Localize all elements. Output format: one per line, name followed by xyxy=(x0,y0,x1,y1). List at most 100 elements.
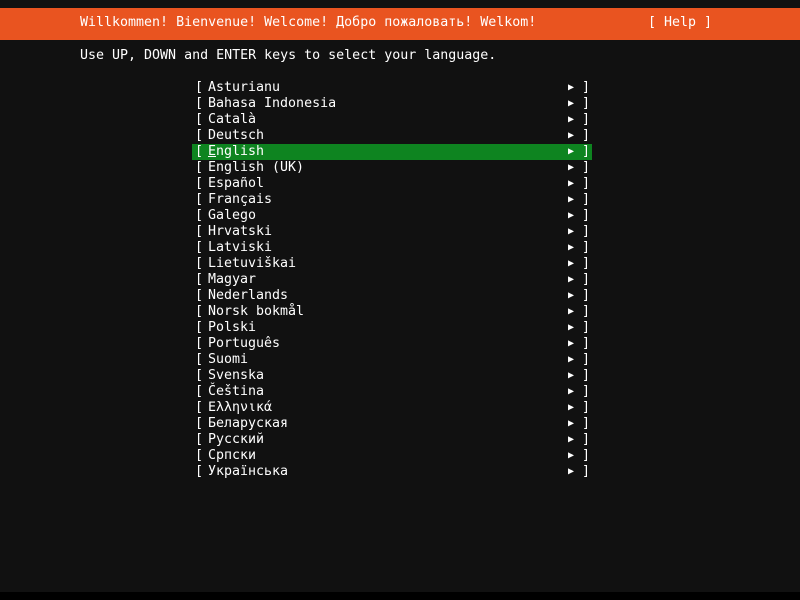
left-bracket: [ xyxy=(195,112,204,127)
right-bracket: ] xyxy=(582,112,591,127)
left-bracket: [ xyxy=(195,272,204,287)
left-bracket: [ xyxy=(195,400,204,415)
language-label: Српски xyxy=(208,448,257,463)
submenu-arrow-icon: ▶ xyxy=(568,226,575,237)
language-option[interactable]: [English (UK) ▶] xyxy=(192,160,592,176)
language-label: Latviski xyxy=(208,240,273,255)
right-bracket: ] xyxy=(582,416,591,431)
right-bracket: ] xyxy=(582,80,591,95)
language-option[interactable]: [ Polski ▶] xyxy=(192,320,592,336)
language-option[interactable]: [Asturianu ▶] xyxy=(192,80,592,96)
right-bracket: ] xyxy=(582,192,591,207)
language-option[interactable]: [Русский ▶] xyxy=(192,432,592,448)
right-bracket: ] xyxy=(582,288,591,303)
submenu-arrow-icon: ▶ xyxy=(568,290,575,301)
submenu-arrow-icon: ▶ xyxy=(568,242,575,253)
left-bracket: [ xyxy=(195,224,204,239)
language-option[interactable]: [ Hrvatski ▶] xyxy=(192,224,592,240)
language-list: [Asturianu ▶] [Bahasa Indonesia ▶] [Català ▶]… xyxy=(192,80,592,480)
right-bracket: ] xyxy=(582,448,591,463)
language-label: Asturianu xyxy=(208,80,281,95)
language-option[interactable]: [Deutsch ▶] xyxy=(192,128,592,144)
language-label: Svenska xyxy=(208,368,265,383)
language-option[interactable]: [Bahasa Indonesia ▶] xyxy=(192,96,592,112)
right-bracket: ] xyxy=(582,336,591,351)
language-option[interactable]: [ Français ▶] xyxy=(192,192,592,208)
language-label: Українська xyxy=(208,464,289,479)
language-label: Norsk bokmål xyxy=(208,304,305,319)
submenu-arrow-icon: ▶ xyxy=(568,194,575,205)
language-option[interactable]: [Português ▶] xyxy=(192,336,592,352)
left-bracket: [ xyxy=(195,240,204,255)
language-option[interactable]: [Nederlands ▶] xyxy=(192,288,592,304)
left-bracket: [ xyxy=(195,144,204,159)
right-bracket: ] xyxy=(582,176,591,191)
language-option[interactable]: [ Latviski ▶] xyxy=(192,240,592,256)
header-bar: Willkommen! Bienvenue! Welcome! Добро по… xyxy=(0,8,800,40)
language-label: Español xyxy=(208,176,265,191)
language-label: Čeština xyxy=(208,384,265,399)
left-bracket: [ xyxy=(195,352,204,367)
right-bracket: ] xyxy=(582,352,591,367)
submenu-arrow-icon: ▶ xyxy=(568,322,575,333)
instruction-text: Use UP, DOWN and ENTER keys to select yo… xyxy=(80,48,497,63)
left-bracket: [ xyxy=(195,320,204,335)
language-option[interactable]: [Català ▶] xyxy=(192,112,592,128)
left-bracket: [ xyxy=(195,96,204,111)
language-option[interactable]: [Српски ▶] xyxy=(192,448,592,464)
left-bracket: [ xyxy=(195,208,204,223)
language-label: Suomi xyxy=(208,352,249,367)
language-label: Português xyxy=(208,336,281,351)
right-bracket: ] xyxy=(582,272,591,287)
language-label: Magyar xyxy=(208,272,257,287)
language-option[interactable]: [Беларуская ▶] xyxy=(192,416,592,432)
submenu-arrow-icon: ▶ xyxy=(568,130,575,141)
left-bracket: [ xyxy=(195,304,204,319)
submenu-arrow-icon: ▶ xyxy=(568,258,575,269)
language-label: Galego xyxy=(208,208,257,223)
right-bracket: ] xyxy=(582,384,591,399)
language-option[interactable]: [English ▶] xyxy=(192,144,592,160)
left-bracket: [ xyxy=(195,384,204,399)
left-bracket: [ xyxy=(195,256,204,271)
help-button[interactable]: [ Help ] xyxy=(648,15,712,30)
submenu-arrow-icon: ▶ xyxy=(568,162,575,173)
left-bracket: [ xyxy=(195,176,204,191)
left-bracket: [ xyxy=(195,368,204,383)
language-option[interactable]: [Čeština ▶] xyxy=(192,384,592,400)
submenu-arrow-icon: ▶ xyxy=(568,210,575,221)
language-label: Bahasa Indonesia xyxy=(208,96,337,111)
right-bracket: ] xyxy=(582,304,591,319)
submenu-arrow-icon: ▶ xyxy=(568,434,575,445)
submenu-arrow-icon: ▶ xyxy=(568,466,575,477)
left-bracket: [ xyxy=(195,80,204,95)
language-option[interactable]: [ Galego ▶] xyxy=(192,208,592,224)
submenu-arrow-icon: ▶ xyxy=(568,370,575,381)
right-bracket: ] xyxy=(582,128,591,143)
right-bracket: ] xyxy=(582,208,591,223)
language-label: Polski xyxy=(208,320,257,335)
bottom-bar xyxy=(0,592,800,600)
right-bracket: ] xyxy=(582,144,591,159)
right-bracket: ] xyxy=(582,240,591,255)
language-option[interactable]: [Ελληνικά ▶] xyxy=(192,400,592,416)
language-option[interactable]: [Español ▶] xyxy=(192,176,592,192)
left-bracket: [ xyxy=(195,464,204,479)
language-label: English xyxy=(208,144,265,159)
language-label: Hrvatski xyxy=(208,224,273,239)
left-bracket: [ xyxy=(195,192,204,207)
language-label: Français xyxy=(208,192,273,207)
right-bracket: ] xyxy=(582,320,591,335)
language-option[interactable]: [ Українська ▶] xyxy=(192,464,592,480)
right-bracket: ] xyxy=(582,400,591,415)
language-option[interactable]: [Suomi ▶] xyxy=(192,352,592,368)
language-option[interactable]: [Svenska ▶] xyxy=(192,368,592,384)
submenu-arrow-icon: ▶ xyxy=(568,274,575,285)
language-option[interactable]: [ Magyar ▶] xyxy=(192,272,592,288)
right-bracket: ] xyxy=(582,464,591,479)
language-option[interactable]: [Lietuviškai ▶] xyxy=(192,256,592,272)
language-option[interactable]: [Norsk bokmål ▶] xyxy=(192,304,592,320)
right-bracket: ] xyxy=(582,96,591,111)
language-label: Беларуская xyxy=(208,416,289,431)
right-bracket: ] xyxy=(582,224,591,239)
